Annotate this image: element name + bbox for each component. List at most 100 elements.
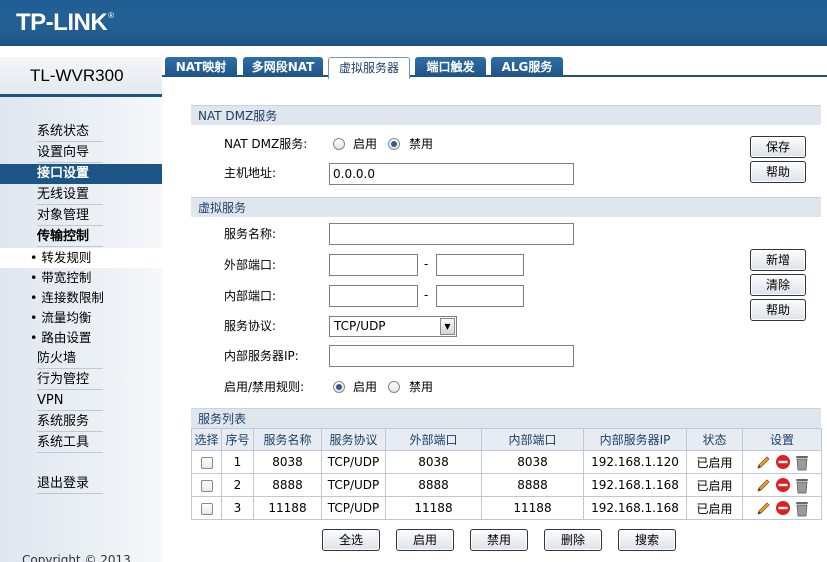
- sidebar-item-setup-wizard[interactable]: 设置向导: [37, 143, 103, 163]
- tab-port-trigger[interactable]: 端口触发: [415, 57, 486, 77]
- row-external-port: 11188: [385, 496, 482, 520]
- server-ip-input[interactable]: [329, 345, 574, 367]
- row-checkbox[interactable]: [200, 502, 213, 515]
- sidebar-item-behavior-control[interactable]: 行为管控: [37, 370, 103, 390]
- server-ip-label: 内部服务器IP:: [224, 349, 299, 363]
- edit-pencil-icon[interactable]: [755, 500, 772, 517]
- host-address-input[interactable]: 0.0.0.0: [329, 163, 574, 185]
- internal-port-end-input[interactable]: [436, 285, 524, 307]
- delete-trash-icon[interactable]: [794, 499, 810, 517]
- disable-icon[interactable]: [775, 500, 791, 516]
- sidebar-item-system-status[interactable]: 系统状态: [37, 122, 103, 142]
- sidebar-item-system-service[interactable]: 系统服务: [37, 412, 103, 432]
- row-number: 1: [221, 450, 254, 474]
- row-service-name: 8038: [253, 450, 322, 474]
- rule-enable-radio[interactable]: [333, 381, 345, 393]
- virtual-server-help-button[interactable]: 帮助: [750, 299, 806, 321]
- edit-pencil-icon[interactable]: [755, 454, 772, 471]
- add-button[interactable]: 新增: [750, 249, 806, 271]
- clear-button[interactable]: 清除: [750, 274, 806, 296]
- tab-virtual-server[interactable]: 虚拟服务器: [328, 57, 410, 79]
- row-actions: [742, 496, 822, 520]
- tab-alg-service[interactable]: ALG服务: [491, 57, 563, 77]
- row-service-name: 8888: [253, 473, 322, 497]
- row-external-port: 8038: [385, 450, 482, 474]
- sidebar-item-connection-limit[interactable]: • 连接数限制: [30, 288, 104, 308]
- disable-icon[interactable]: [775, 477, 791, 493]
- sidebar-item-load-balancing[interactable]: • 流量均衡: [30, 308, 91, 328]
- rule-disable-radio[interactable]: [388, 381, 400, 393]
- dmz-disable-label: 禁用: [409, 137, 434, 151]
- rule-toggle-label: 启用/禁用规则:: [224, 380, 305, 394]
- tab-nat-mapping[interactable]: NAT映射: [165, 57, 237, 77]
- rule-enable-label: 启用: [353, 380, 378, 394]
- sidebar-item-object-management[interactable]: 对象管理: [37, 206, 103, 226]
- enable-button[interactable]: 启用: [396, 529, 454, 551]
- sidebar-item-interface-settings[interactable]: 接口设置: [0, 164, 162, 184]
- delete-button[interactable]: 删除: [544, 529, 602, 551]
- column-header: 设置: [742, 428, 822, 451]
- external-port-start-input[interactable]: [329, 254, 418, 276]
- row-checkbox[interactable]: [200, 456, 213, 469]
- delete-trash-icon[interactable]: [794, 453, 810, 471]
- table-row: 1 8038 TCP/UDP 8038 8038 192.168.1.120 已…: [191, 450, 822, 474]
- model-name: TL-WVR300: [30, 66, 124, 85]
- dmz-disable-radio[interactable]: [388, 138, 400, 150]
- save-button[interactable]: 保存: [750, 136, 806, 158]
- row-select-cell: [191, 473, 222, 497]
- sidebar-item-wireless-settings[interactable]: 无线设置: [37, 185, 103, 205]
- model-box: TL-WVR300: [0, 57, 162, 97]
- dmz-enable-label: 启用: [353, 137, 378, 151]
- column-header: 状态: [686, 428, 743, 451]
- sidebar-item-routing[interactable]: • 路由设置: [30, 328, 91, 348]
- row-server-ip: 192.168.1.168: [583, 473, 687, 497]
- edit-pencil-icon[interactable]: [755, 477, 772, 494]
- dmz-section-header: NAT DMZ服务: [191, 105, 821, 125]
- disable-icon[interactable]: [775, 454, 791, 470]
- host-address-label: 主机地址:: [224, 166, 277, 180]
- internal-port-separator: -: [424, 288, 429, 302]
- external-port-separator: -: [424, 257, 429, 271]
- tab-multi-segment-nat[interactable]: 多网段NAT: [243, 57, 323, 77]
- external-port-end-input[interactable]: [436, 254, 524, 276]
- service-name-input[interactable]: [329, 223, 574, 245]
- protocol-label: 服务协议:: [224, 319, 277, 333]
- row-status: 已启用: [686, 473, 743, 497]
- protocol-selected-value: TCP/UDP: [334, 319, 386, 333]
- row-server-ip: 192.168.1.168: [583, 496, 687, 520]
- internal-port-start-input[interactable]: [329, 285, 418, 307]
- disable-button[interactable]: 禁用: [470, 529, 528, 551]
- table-row: 3 11188 TCP/UDP 11188 11188 192.168.1.16…: [191, 496, 822, 520]
- row-protocol: TCP/UDP: [321, 473, 386, 497]
- row-actions: [742, 473, 822, 497]
- table-header-row: 选择 序号 服务名称 服务协议 外部端口 内部端口 内部服务器IP 状态 设置: [191, 428, 822, 451]
- sidebar-item-forwarding-rules[interactable]: • 转发规则: [0, 248, 162, 268]
- protocol-select[interactable]: TCP/UDP ▼: [329, 316, 457, 337]
- row-select-cell: [191, 450, 222, 474]
- dmz-help-button[interactable]: 帮助: [750, 161, 806, 183]
- row-protocol: TCP/UDP: [321, 450, 386, 474]
- sidebar-item-logout[interactable]: 退出登录: [37, 474, 103, 494]
- sidebar-item-bandwidth-control[interactable]: • 带宽控制: [30, 268, 91, 288]
- dmz-service-label: NAT DMZ服务:: [224, 137, 308, 151]
- delete-trash-icon[interactable]: [794, 476, 810, 494]
- dmz-enable-radio[interactable]: [333, 138, 345, 150]
- internal-port-label: 内部端口:: [224, 289, 277, 303]
- column-header: 内部端口: [481, 428, 584, 451]
- column-header: 内部服务器IP: [583, 428, 687, 451]
- row-checkbox[interactable]: [200, 479, 213, 492]
- sidebar-item-vpn[interactable]: VPN: [37, 391, 103, 411]
- router-admin-page: TP-LINK® TL-WVR300 NAT映射 多网段NAT 虚拟服务器 端口…: [0, 0, 827, 562]
- dropdown-arrow-icon[interactable]: ▼: [440, 318, 455, 335]
- column-header: 序号: [221, 428, 254, 451]
- search-button[interactable]: 搜索: [618, 529, 676, 551]
- sidebar-item-system-tools[interactable]: 系统工具: [37, 433, 103, 453]
- sidebar-item-firewall[interactable]: 防火墙: [37, 349, 103, 369]
- row-internal-port: 11188: [481, 496, 584, 520]
- select-all-button[interactable]: 全选: [322, 529, 380, 551]
- sidebar-item-transfer-control[interactable]: 传输控制: [37, 227, 103, 247]
- service-list-header: 服务列表: [191, 408, 821, 428]
- row-actions: [742, 450, 822, 474]
- column-header: 外部端口: [385, 428, 482, 451]
- service-name-label: 服务名称:: [224, 227, 277, 241]
